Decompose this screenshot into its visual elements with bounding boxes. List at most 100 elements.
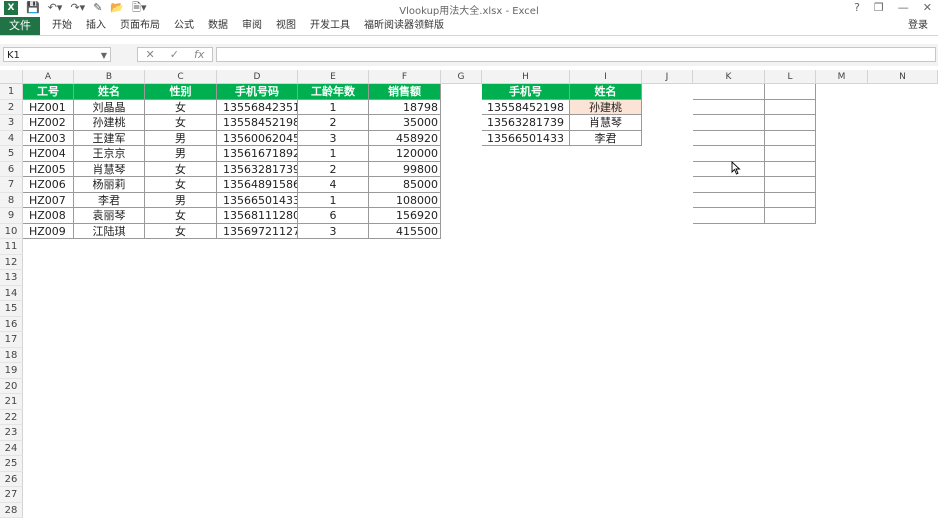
table1-header-cell[interactable]: 工龄年数 [298, 84, 369, 100]
tab-view[interactable]: 视图 [276, 17, 306, 35]
insert-function-icon[interactable]: fx [194, 48, 204, 61]
column-header-k[interactable]: K [693, 70, 765, 84]
tab-foxit-reader[interactable]: 福昕阅读器领鲜版 [364, 17, 454, 35]
empty-bordered-cell[interactable] [765, 115, 816, 131]
table1-cell[interactable]: HZ001 [23, 100, 74, 116]
table1-cell[interactable]: 120000 [369, 146, 441, 162]
column-header-j[interactable]: J [642, 70, 693, 84]
column-header-d[interactable]: D [217, 70, 298, 84]
row-header-27[interactable]: 27 [0, 487, 23, 503]
row-header-16[interactable]: 16 [0, 317, 23, 333]
table1-cell[interactable]: 1 [298, 146, 369, 162]
table1-header-cell[interactable]: 销售额 [369, 84, 441, 100]
table1-cell[interactable]: HZ002 [23, 115, 74, 131]
column-header-f[interactable]: F [369, 70, 441, 84]
table1-cell[interactable]: HZ003 [23, 131, 74, 147]
table1-cell[interactable]: 2 [298, 115, 369, 131]
table2-cell[interactable]: 13566501433 [482, 131, 570, 147]
table1-cell[interactable]: 孙建桃 [74, 115, 145, 131]
table1-cell[interactable]: 女 [145, 177, 217, 193]
table1-cell[interactable]: 1 [298, 100, 369, 116]
row-header-25[interactable]: 25 [0, 456, 23, 472]
empty-bordered-cell[interactable] [765, 84, 816, 100]
table2-cell[interactable]: 李君 [570, 131, 642, 147]
login-link[interactable]: 登录 [908, 17, 928, 35]
table1-cell[interactable]: 156920 [369, 208, 441, 224]
column-header-l[interactable]: L [765, 70, 816, 84]
formula-input[interactable] [216, 47, 936, 62]
column-header-c[interactable]: C [145, 70, 217, 84]
tab-data[interactable]: 数据 [208, 17, 238, 35]
table1-cell[interactable]: 35000 [369, 115, 441, 131]
table1-header-cell[interactable]: 性别 [145, 84, 217, 100]
column-header-e[interactable]: E [298, 70, 369, 84]
table1-cell[interactable]: 王京京 [74, 146, 145, 162]
table1-header-cell[interactable]: 工号 [23, 84, 74, 100]
empty-bordered-cell[interactable] [693, 131, 765, 147]
row-header-5[interactable]: 5 [0, 146, 23, 162]
table1-cell[interactable]: HZ004 [23, 146, 74, 162]
table1-cell[interactable]: 108000 [369, 193, 441, 209]
table1-cell[interactable]: 女 [145, 100, 217, 116]
close-icon[interactable]: ✕ [923, 1, 932, 14]
table1-cell[interactable]: 99800 [369, 162, 441, 178]
column-header-i[interactable]: I [570, 70, 642, 84]
row-header-24[interactable]: 24 [0, 441, 23, 457]
table2-cell[interactable]: 13563281739 [482, 115, 570, 131]
table1-cell[interactable]: 13564891586 [217, 177, 298, 193]
row-header-3[interactable]: 3 [0, 115, 23, 131]
table1-cell[interactable]: 3 [298, 224, 369, 240]
table1-cell[interactable]: 女 [145, 162, 217, 178]
column-header-n[interactable]: N [868, 70, 938, 84]
tab-formulas[interactable]: 公式 [174, 17, 204, 35]
table1-cell[interactable]: 13569721127 [217, 224, 298, 240]
table2-cell[interactable]: 孙建桃 [570, 100, 642, 116]
table1-cell[interactable]: HZ006 [23, 177, 74, 193]
row-header-13[interactable]: 13 [0, 270, 23, 286]
table1-cell[interactable]: 13568111280 [217, 208, 298, 224]
table2-header-cell[interactable]: 姓名 [570, 84, 642, 100]
row-header-11[interactable]: 11 [0, 239, 23, 255]
table1-cell[interactable]: 肖慧琴 [74, 162, 145, 178]
table1-cell[interactable]: 男 [145, 193, 217, 209]
empty-bordered-cell[interactable] [693, 177, 765, 193]
table1-cell[interactable]: 13561671892 [217, 146, 298, 162]
table1-cell[interactable]: 女 [145, 208, 217, 224]
tab-file[interactable]: 文件 [0, 17, 40, 35]
row-header-15[interactable]: 15 [0, 301, 23, 317]
table1-cell[interactable]: 18798 [369, 100, 441, 116]
row-header-19[interactable]: 19 [0, 363, 23, 379]
row-header-10[interactable]: 10 [0, 224, 23, 240]
empty-bordered-cell[interactable] [765, 193, 816, 209]
column-header-b[interactable]: B [74, 70, 145, 84]
table2-header-cell[interactable]: 手机号 [482, 84, 570, 100]
table2-cell[interactable]: 13558452198 [482, 100, 570, 116]
empty-bordered-cell[interactable] [693, 193, 765, 209]
table1-cell[interactable]: 女 [145, 224, 217, 240]
row-header-1[interactable]: 1 [0, 84, 23, 100]
row-header-23[interactable]: 23 [0, 425, 23, 441]
table1-cell[interactable]: 13558452198 [217, 115, 298, 131]
table1-cell[interactable]: 13563281739 [217, 162, 298, 178]
table1-cell[interactable]: 415500 [369, 224, 441, 240]
table1-cell[interactable]: 458920 [369, 131, 441, 147]
table1-cell[interactable]: 6 [298, 208, 369, 224]
row-header-14[interactable]: 14 [0, 286, 23, 302]
table1-cell[interactable]: HZ005 [23, 162, 74, 178]
select-all-corner[interactable] [0, 70, 23, 84]
table2-cell[interactable]: 肖慧琴 [570, 115, 642, 131]
row-header-7[interactable]: 7 [0, 177, 23, 193]
chevron-down-icon[interactable]: ▼ [101, 48, 107, 63]
row-header-4[interactable]: 4 [0, 131, 23, 147]
table1-cell[interactable]: 王建军 [74, 131, 145, 147]
empty-bordered-cell[interactable] [765, 100, 816, 116]
table1-cell[interactable]: 袁丽琴 [74, 208, 145, 224]
table1-cell[interactable]: 85000 [369, 177, 441, 193]
cancel-icon[interactable]: ✕ [146, 48, 155, 61]
table1-cell[interactable]: HZ009 [23, 224, 74, 240]
empty-bordered-cell[interactable] [693, 146, 765, 162]
empty-bordered-cell[interactable] [693, 162, 765, 178]
empty-bordered-cell[interactable] [765, 208, 816, 224]
row-header-17[interactable]: 17 [0, 332, 23, 348]
row-header-12[interactable]: 12 [0, 255, 23, 271]
